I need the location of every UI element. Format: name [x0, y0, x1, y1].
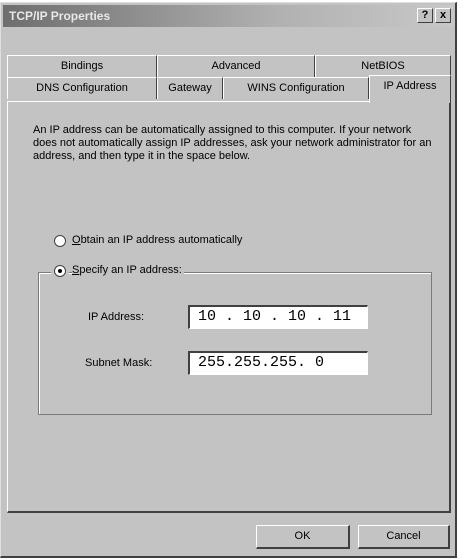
specify-ip-radio[interactable] — [54, 265, 66, 277]
title-bar[interactable]: TCP/IP Properties ? x — [3, 5, 453, 27]
specify-ip-label[interactable]: Specify an IP address: — [72, 264, 184, 276]
obtain-ip-label[interactable]: Obtain an IP address automatically — [72, 234, 242, 246]
tab-gateway[interactable]: Gateway — [157, 77, 223, 99]
close-button[interactable]: x — [435, 8, 451, 23]
tab-netbios[interactable]: NetBIOS — [315, 55, 451, 77]
subnet-mask-label: Subnet Mask: — [85, 357, 153, 369]
subnet-mask-field[interactable]: 255.255.255. 0 — [188, 351, 368, 375]
tab-dns-configuration[interactable]: DNS Configuration — [7, 77, 157, 99]
ip-address-label: IP Address: — [88, 311, 145, 323]
description-text: An IP address can be automatically assig… — [33, 124, 432, 162]
tab-advanced[interactable]: Advanced — [157, 55, 315, 77]
ip-address-field[interactable]: 10 . 10 . 10 . 11 — [188, 305, 368, 329]
cancel-button[interactable]: Cancel — [358, 525, 450, 549]
specify-ip-groupbox — [38, 272, 432, 415]
obtain-ip-radio[interactable] — [54, 235, 66, 247]
window-title: TCP/IP Properties — [9, 9, 111, 23]
help-button[interactable]: ? — [417, 8, 433, 23]
tab-bindings[interactable]: Bindings — [7, 55, 157, 77]
ok-button[interactable]: OK — [256, 525, 350, 549]
tab-ip-address[interactable]: IP Address — [369, 75, 451, 103]
tab-wins-configuration[interactable]: WINS Configuration — [223, 77, 369, 99]
